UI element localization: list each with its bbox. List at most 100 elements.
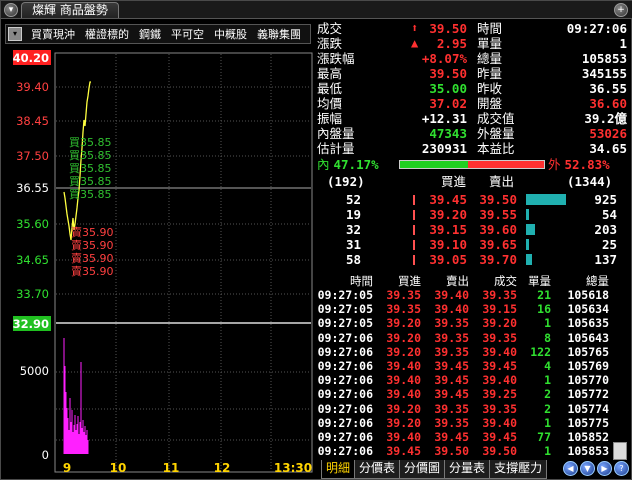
ask-qty: 203 [594, 222, 617, 237]
tick-cell: 39.20 [386, 316, 421, 331]
inner-pct: 47.17% [333, 157, 379, 172]
tick-cell: 39.35 [434, 330, 469, 345]
ask-bar [526, 194, 566, 205]
quote-value: 1 [619, 36, 627, 51]
scrollbar-thumb[interactable] [613, 442, 627, 460]
ask-qty: 54 [601, 207, 617, 222]
volume-bars [63, 338, 89, 454]
tick-cell: 39.20 [482, 316, 517, 331]
nav-buttons: ◀ ▼ ▶ ? [561, 461, 629, 476]
prev-icon[interactable]: ◀ [563, 461, 578, 476]
price-tick: 37.50 [16, 149, 49, 163]
quote-value: 36.60 [589, 96, 627, 111]
tick-cell: 39.40 [482, 373, 517, 388]
tick-cell: 105635 [567, 316, 609, 331]
order-book-row[interactable]: 52 39.45 39.50 925 [315, 192, 632, 207]
quote-value: 09:27:06 [566, 21, 627, 36]
quote-label: 昨收 [477, 81, 503, 96]
tick-cell: 39.45 [434, 430, 469, 444]
volume-tick: 5000 [20, 364, 49, 378]
tick-row[interactable]: 09:27:06 39.20 39.35 39.40 122 105765 [315, 345, 632, 359]
quote-value: 230931 [421, 141, 467, 156]
tab-detail[interactable]: 明細 [321, 460, 356, 479]
order-book-row[interactable]: 58 39.05 39.70 137 [315, 252, 632, 267]
buy-annotation: 買35.85 [69, 188, 112, 201]
tick-row[interactable]: 09:27:06 39.40 39.45 39.25 2 105772 [315, 387, 632, 401]
tick-cell: 39.20 [386, 401, 421, 416]
window-title-tab[interactable]: 燦輝 商品盤勢 [21, 2, 119, 18]
volume-tick: 0 [42, 448, 49, 462]
ask-qty: 137 [594, 252, 617, 267]
tab-price-chart[interactable]: 分價圖 [399, 460, 446, 479]
quote-value: 39.2億 [584, 111, 627, 126]
tab-price-table[interactable]: 分價表 [354, 460, 401, 479]
order-book-row[interactable]: 19 39.20 39.55 54 [315, 207, 632, 222]
tick-cell: 39.35 [386, 302, 421, 317]
dropdown-icon[interactable]: ▾ [4, 3, 18, 17]
tab-support-resistance[interactable]: 支撐壓力 [489, 460, 548, 479]
inner-outer-ratio-bar [399, 160, 545, 169]
help-icon[interactable]: ? [614, 461, 629, 476]
ask-bar [526, 254, 532, 265]
tick-cell: 39.15 [482, 302, 517, 317]
down-icon[interactable]: ▼ [580, 461, 595, 476]
tab-volume-table[interactable]: 分量表 [444, 460, 491, 479]
quote-value: 39.50 [429, 66, 467, 81]
tick-cell: 105634 [567, 302, 609, 317]
tick-cell: 09:27:05 [317, 288, 373, 302]
book-head-buy: 買進 [441, 174, 467, 189]
quote-value: 36.55 [589, 81, 627, 96]
tick-cell: 09:27:05 [317, 316, 373, 331]
tick-row[interactable]: 09:27:06 39.20 39.35 39.35 2 105774 [315, 402, 632, 416]
tick-cell: 39.35 [386, 288, 421, 302]
sell-annotation: 賣35.90 [71, 238, 114, 252]
ask-bar [526, 224, 535, 235]
ask-qty: 25 [601, 237, 617, 252]
tick-cell: 39.40 [434, 288, 469, 302]
quote-label: 漲跌幅 [317, 51, 355, 66]
tick-cell: 105765 [567, 344, 609, 359]
quote-panel: 成交 ⬆ 39.50 時間 09:27:06 漲跌 ▲ 2.95 單量 1 漲跌幅 +8.07% 總量 1… [315, 20, 632, 480]
next-icon[interactable]: ▶ [597, 461, 612, 476]
tick-col-header: 時間 [350, 274, 373, 288]
tick-row[interactable]: 09:27:06 39.45 39.50 39.50 1 105853 [315, 444, 632, 458]
tick-row[interactable]: 09:27:06 39.40 39.45 39.45 77 105852 [315, 430, 632, 444]
quote-label: 均價 [317, 96, 343, 111]
order-book-row[interactable]: 32 39.15 39.60 203 [315, 222, 632, 237]
tick-col-header: 總量 [586, 274, 609, 288]
quote-value: 53026 [589, 126, 627, 141]
tick-cell: 2 [544, 401, 551, 416]
tick-cell: 39.35 [482, 401, 517, 416]
tick-row[interactable]: 09:27:06 39.20 39.35 39.40 1 105775 [315, 416, 632, 430]
zoom-icon[interactable]: + [614, 3, 628, 17]
tick-row[interactable]: 09:27:06 39.20 39.35 39.35 8 105643 [315, 331, 632, 345]
tick-row[interactable]: 09:27:05 39.35 39.40 39.15 16 105634 [315, 302, 632, 316]
tick-cell: 1 [544, 373, 551, 388]
sell-annotation: 賣35.90 [71, 264, 114, 278]
bid-total: (192) [327, 174, 365, 189]
tick-row[interactable]: 09:27:06 39.40 39.45 39.45 4 105769 [315, 359, 632, 373]
price-tick: 36.55 [16, 181, 49, 195]
tick-scrollbar[interactable] [613, 288, 627, 460]
order-book-row[interactable]: 31 39.10 39.65 25 [315, 237, 632, 252]
time-tick: 9 [63, 461, 71, 475]
tick-cell: 105769 [567, 359, 609, 373]
tick-row[interactable]: 09:27:06 39.40 39.45 39.40 1 105770 [315, 373, 632, 387]
buy-annotation: 買35.85 [69, 175, 112, 188]
ask-bar [526, 209, 529, 220]
ask-price: 39.70 [479, 252, 517, 267]
quote-value: 35.00 [429, 81, 467, 96]
tick-row[interactable]: 09:27:05 39.35 39.40 39.35 21 105618 [315, 288, 632, 302]
intraday-chart[interactable]: 40.20 39.40 38.45 37.50 36.55 35.60 34.6… [1, 20, 315, 480]
quote-value: 37.02 [429, 96, 467, 111]
bid-bar [413, 210, 415, 220]
tick-row[interactable]: 09:27:05 39.20 39.35 39.20 1 105635 [315, 316, 632, 330]
tick-cell: 09:27:06 [317, 373, 373, 388]
tick-cell: 105852 [567, 430, 609, 444]
bid-bar [413, 225, 415, 235]
tick-cell: 39.40 [386, 359, 421, 373]
quote-value: +12.31 [421, 111, 467, 126]
bid-price: 39.05 [429, 252, 467, 267]
bid-qty: 58 [345, 252, 361, 267]
tick-cell: 105772 [567, 387, 609, 402]
